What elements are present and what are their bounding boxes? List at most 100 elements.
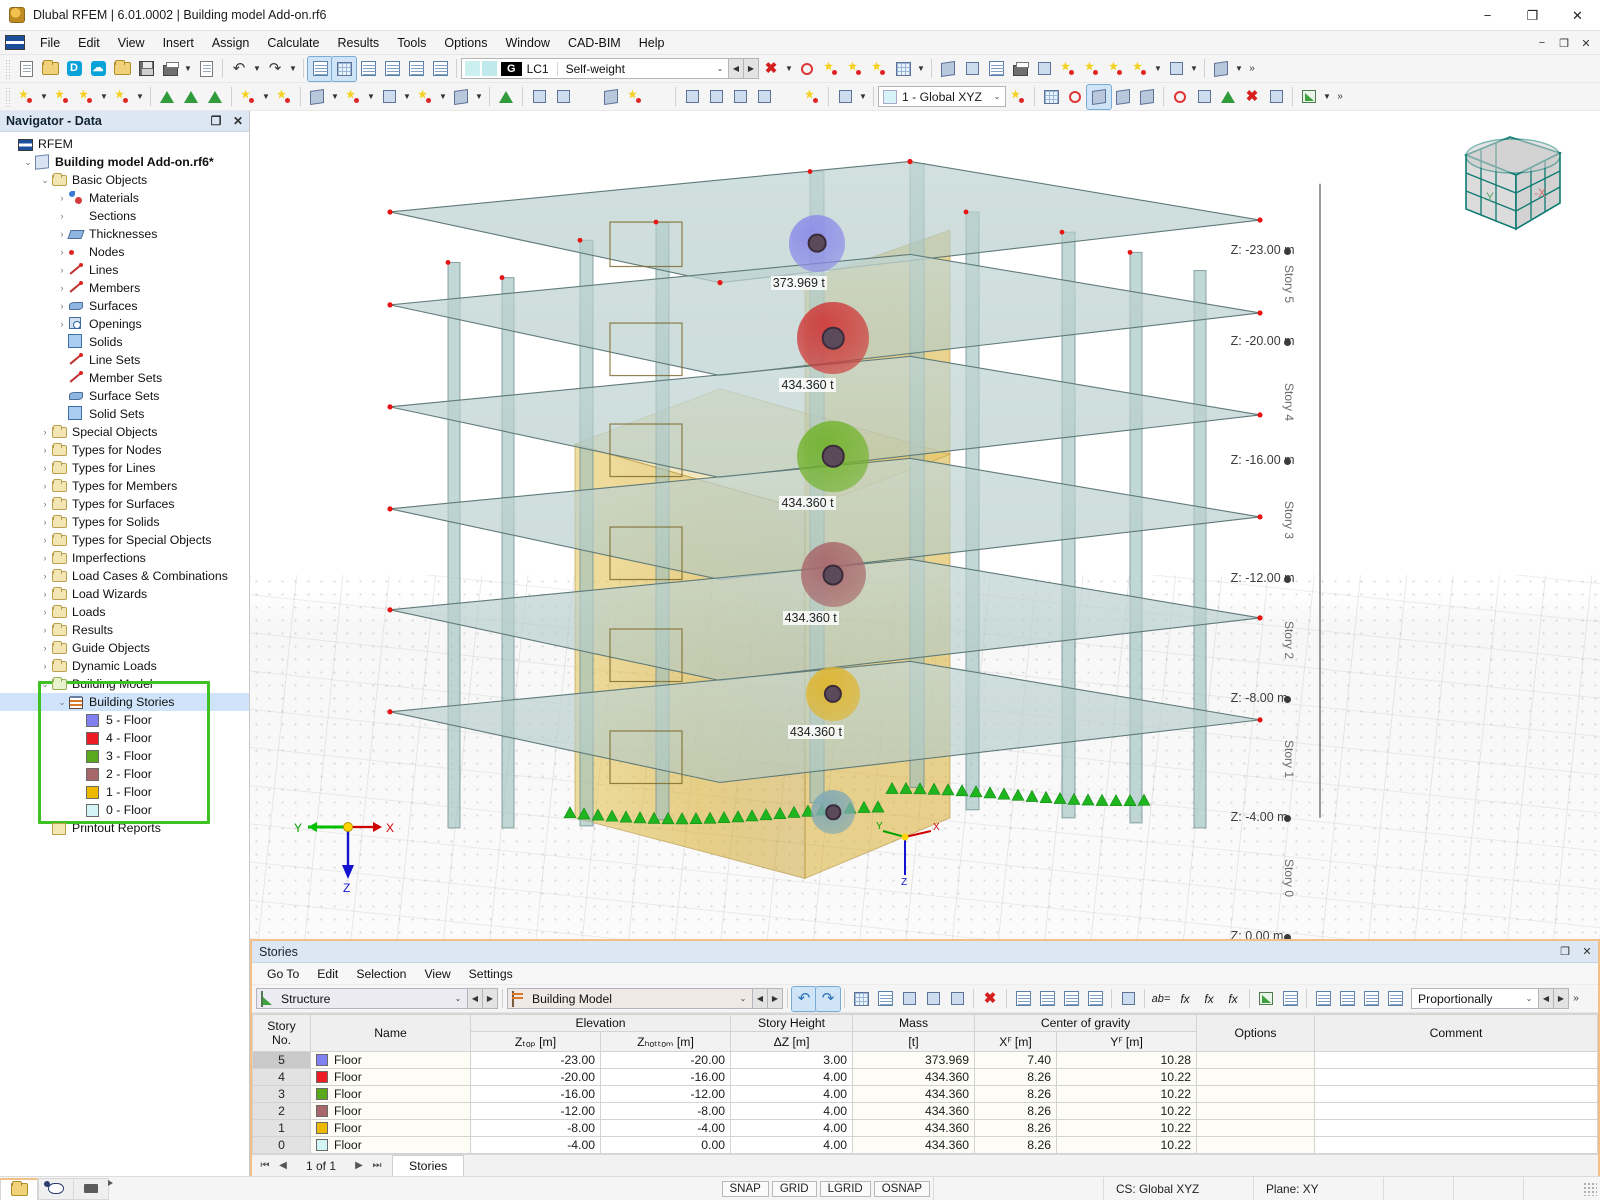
cell-comment[interactable] <box>1315 1103 1598 1120</box>
member-hinge-button[interactable] <box>527 85 551 109</box>
menu-insert[interactable]: Insert <box>154 33 203 53</box>
stories-menu-settings[interactable]: Settings <box>460 965 522 983</box>
expand-toggle-icon[interactable]: › <box>38 553 52 563</box>
cell-options[interactable] <box>1197 1086 1315 1103</box>
surface-eccentricity-button[interactable] <box>728 85 752 109</box>
close-button[interactable]: ✕ <box>1555 0 1600 31</box>
cell-story-no[interactable]: 4 <box>253 1069 311 1086</box>
prev-page-button[interactable]: ◀ <box>274 1160 292 1171</box>
cell-mass[interactable]: 434.360 <box>853 1120 975 1137</box>
menu-help[interactable]: Help <box>630 33 674 53</box>
redo-button[interactable]: ↷ <box>263 57 287 81</box>
structure-selector[interactable]: Structure ⌄ <box>256 988 468 1009</box>
formula-fx-button[interactable]: fx <box>1173 987 1197 1011</box>
expand-toggle-icon[interactable]: › <box>55 193 69 203</box>
results-dropdown-caret[interactable]: ▼ <box>1321 85 1333 109</box>
resize-grip[interactable] <box>1583 1182 1597 1196</box>
mdi-close-button[interactable]: ✕ <box>1576 34 1596 52</box>
cell-xc[interactable]: 8.26 <box>975 1137 1057 1154</box>
expand-toggle-icon[interactable]: ⌄ <box>38 679 52 690</box>
expand-toggle-icon[interactable]: ⌄ <box>55 697 69 708</box>
undo-table-button[interactable]: ↶ <box>792 987 816 1011</box>
tree-item-line-sets[interactable]: Line Sets <box>0 351 249 369</box>
menu-options[interactable]: Options <box>435 33 496 53</box>
story-mass-marker[interactable] <box>797 421 868 492</box>
zoom-all-button[interactable] <box>1032 57 1056 81</box>
new-solid-load-button[interactable] <box>449 85 473 109</box>
tree-item-guide-objects[interactable]: ›Guide Objects <box>0 639 249 657</box>
cell-options[interactable] <box>1197 1103 1315 1120</box>
tree-item-surfaces[interactable]: ›Surfaces <box>0 297 249 315</box>
tree-item-rfem[interactable]: RFEM <box>0 135 249 153</box>
expand-toggle-icon[interactable]: › <box>55 211 69 221</box>
surface-release-button[interactable] <box>575 85 599 109</box>
toolbar-grip[interactable] <box>5 87 11 107</box>
new-opening-button[interactable] <box>377 85 401 109</box>
surface-dropdown-caret[interactable]: ▼ <box>134 85 146 109</box>
tree-item-types-for-members[interactable]: ›Types for Members <box>0 477 249 495</box>
cell-mass[interactable]: 434.360 <box>853 1086 975 1103</box>
tree-item-surface-sets[interactable]: Surface Sets <box>0 387 249 405</box>
tree-item-results[interactable]: ›Results <box>0 621 249 639</box>
cell-yc[interactable]: 10.22 <box>1057 1103 1197 1120</box>
lgrid-toggle[interactable]: LGRID <box>820 1181 871 1197</box>
info-panel-button[interactable] <box>428 57 452 81</box>
cell-zbottom[interactable]: -20.00 <box>601 1052 731 1069</box>
generate-objects-button[interactable] <box>1264 85 1288 109</box>
save-button[interactable] <box>134 57 158 81</box>
printout-report-button[interactable] <box>194 57 218 81</box>
nodal-load-dropdown-caret[interactable]: ▼ <box>365 85 377 109</box>
structure-next-button[interactable]: ▶ <box>483 988 498 1009</box>
tree-item-printout-reports[interactable]: Printout Reports <box>0 819 249 837</box>
layers-button[interactable] <box>1209 57 1233 81</box>
cell-ztop[interactable]: -4.00 <box>471 1137 601 1154</box>
undo-dropdown-caret[interactable]: ▼ <box>251 57 263 81</box>
solid-contact-button[interactable] <box>599 85 623 109</box>
tree-item-openings[interactable]: ›Openings <box>0 315 249 333</box>
tree-item-building-model-add-on-rf6[interactable]: ⌄Building model Add-on.rf6* <box>0 153 249 171</box>
toolbar-overflow-button[interactable]: » <box>1333 85 1347 109</box>
section-view-button[interactable] <box>1164 57 1188 81</box>
menu-results[interactable]: Results <box>329 33 389 53</box>
print-button[interactable] <box>158 57 182 81</box>
member-stiffness-button[interactable] <box>752 85 776 109</box>
tree-item-types-for-surfaces[interactable]: ›Types for Surfaces <box>0 495 249 513</box>
load-values-button[interactable] <box>819 57 843 81</box>
tree-item-1-floor[interactable]: 1 - Floor <box>0 783 249 801</box>
chevron-down-icon[interactable]: ⌄ <box>449 994 467 1003</box>
new-surface-support-button[interactable] <box>203 85 227 109</box>
maximize-button[interactable]: ❐ <box>1510 0 1555 31</box>
solid-dropdown-caret[interactable]: ▼ <box>329 85 341 109</box>
cell-zbottom[interactable]: -8.00 <box>601 1103 731 1120</box>
tree-item-solid-sets[interactable]: Solid Sets <box>0 405 249 423</box>
cell-comment[interactable] <box>1315 1086 1598 1103</box>
tree-item-imperfections[interactable]: ›Imperfections <box>0 549 249 567</box>
cell-story-height[interactable]: 3.00 <box>731 1052 853 1069</box>
expand-toggle-icon[interactable]: › <box>38 607 52 617</box>
align-stories-middle-button[interactable] <box>1335 987 1359 1011</box>
formula-fx2-button[interactable]: fx <box>1197 987 1221 1011</box>
formula-fx3-button[interactable]: fx <box>1221 987 1245 1011</box>
toolbar-grip[interactable] <box>5 59 11 79</box>
expand-toggle-icon[interactable]: › <box>38 661 52 671</box>
expand-toggle-icon[interactable]: › <box>38 445 52 455</box>
table-row[interactable]: 0Floor-4.000.004.00434.3608.2610.22 <box>253 1137 1598 1154</box>
align-stories-bottom-button[interactable] <box>1359 987 1383 1011</box>
building-model-prev-button[interactable]: ◀ <box>753 988 768 1009</box>
table-settings-button[interactable] <box>1278 987 1302 1011</box>
cell-name[interactable]: Floor <box>311 1086 471 1103</box>
dlubal-center-button[interactable]: D <box>62 57 86 81</box>
cell-xc[interactable]: 8.26 <box>975 1120 1057 1137</box>
cell-story-no[interactable]: 2 <box>253 1103 311 1120</box>
navigator-panel-button[interactable] <box>308 57 332 81</box>
delete-objects-button[interactable]: ✖ <box>1240 85 1264 109</box>
cell-xc[interactable]: 7.40 <box>975 1052 1057 1069</box>
stories-menu-edit[interactable]: Edit <box>308 965 347 983</box>
cell-ztop[interactable]: -23.00 <box>471 1052 601 1069</box>
mirror-objects-button[interactable] <box>1192 85 1216 109</box>
new-line-button[interactable] <box>50 85 74 109</box>
table-panel-button[interactable] <box>332 57 356 81</box>
scale-objects-button[interactable] <box>1135 85 1159 109</box>
load-grid-dropdown-caret[interactable]: ▼ <box>915 57 927 81</box>
export-excel-button[interactable] <box>1254 987 1278 1011</box>
